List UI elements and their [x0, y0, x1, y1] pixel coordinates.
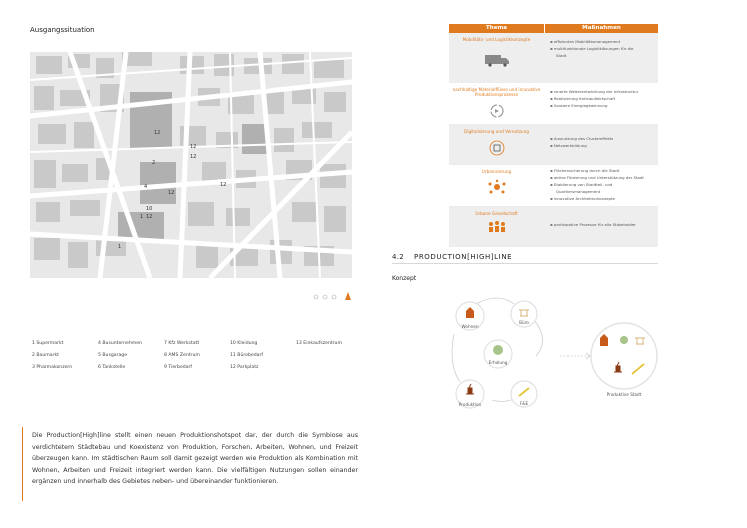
massnahmen-cell: Flächensicherung durch die Stadt aktive …: [544, 165, 658, 206]
table-row: Digitalisierung und Vernetzung Ausnutzun…: [449, 125, 658, 165]
massnahme-item: aktive Förderung und Unterstützung der S…: [550, 174, 658, 181]
map-number: 10: [146, 206, 152, 212]
thema-cell: Urbane Gesellschaft: [449, 207, 544, 246]
intro-paragraph: Die Production[High]line stellt einen ne…: [32, 432, 358, 486]
table-row: Urbanisierung Flächensicherung durch die…: [449, 165, 658, 207]
massnahme-item: effizientes Mobilitätsmanagement: [550, 38, 658, 45]
legend-item: 1 Supermarkt: [32, 341, 64, 346]
map-number: 1: [140, 214, 143, 220]
massnahmen-cell: effizientes Mobilitätsmanagement multifu…: [544, 33, 658, 82]
map-number: 1: [118, 244, 121, 250]
massnahme-item: Stadt: [556, 53, 567, 59]
map-number: 4: [144, 184, 147, 190]
node-label: Büro: [519, 320, 529, 325]
legend-item: 12 Parkplatz: [230, 365, 259, 370]
thema-cell: Urbanisierung: [449, 165, 544, 206]
thema-cell: nachhaltige Materialflüsse und innovativ…: [449, 83, 544, 124]
legend-item: 5 Busgarage: [98, 353, 128, 358]
legend-item: 13 Einkaufszentrum: [296, 341, 342, 346]
column-header-massnahmen: Maßnahmen: [544, 24, 658, 33]
legend-item: 7 Kfz Werkstatt: [164, 341, 200, 346]
table-row: Urbane Gesellschaft partizipative Prozes…: [449, 207, 658, 247]
map-number: 12: [190, 154, 196, 160]
urban-icon: [488, 179, 505, 194]
legend-row: 3 Pharmakonzern 6 Tankstelle 9 Tierbedar…: [32, 365, 362, 377]
network-icon: [489, 140, 504, 156]
thema-cell: Mobilitäts- und Logistikkonzepte: [449, 33, 544, 82]
massnahme-item: multifunktionale Logistiklösungen für di…: [550, 45, 658, 52]
legend-item: 9 Tierbedarf: [164, 365, 193, 370]
map-number: 12: [168, 190, 174, 196]
table-row: Mobilitäts- und Logistikkonzepte effizie…: [449, 33, 658, 83]
massnahmen-cell: Ausnutzung des Clustereffekts Netzwerkbi…: [544, 125, 658, 164]
map-legend: 1 Supermarkt 4 Busunternehmen 7 Kfz Werk…: [32, 341, 362, 377]
recycle-icon: [489, 104, 504, 118]
map-number: 2: [152, 160, 155, 166]
node-buero: Büro: [510, 300, 538, 328]
legend-item: 8 AMS Zentrum: [164, 353, 200, 358]
tree-icon: [493, 345, 503, 355]
massnahme-item: Realisierung Kreislaufwirtschaft: [550, 95, 658, 102]
map-number: 12: [220, 182, 226, 188]
thema-label: Urbanisierung: [481, 169, 512, 174]
node-label: Produktion: [459, 402, 482, 407]
thema-cell: Digitalisierung und Vernetzung: [449, 125, 544, 164]
node-fue: F&E: [510, 380, 538, 408]
section-number: 4.2: [392, 253, 405, 261]
legend-item: 10 Kleidung: [230, 341, 258, 346]
section-title-ausgangssituation: Ausgangssituation: [30, 26, 95, 34]
massnahme-item: Saubere Energiegewinnung: [550, 102, 658, 109]
map-scale-north-arrow: [312, 287, 352, 301]
massnahme-item: Netzwerkbildung: [550, 142, 658, 149]
map-number: 12: [154, 130, 160, 136]
massnahmen-cell: smarte Weiterentwicklung der Infrastrukt…: [544, 83, 658, 124]
node-label: F&E: [520, 401, 529, 406]
node-erholung: Erholung: [483, 339, 513, 369]
measures-table: Thema Maßnahmen Mobilitäts- und Logistik…: [449, 24, 658, 247]
truck-icon: [484, 55, 509, 67]
node-wohnen: Wohnen: [455, 301, 485, 331]
massnahme-item: partizipative Prozesse für alle Stakehol…: [550, 221, 658, 228]
subsection-title: Konzept: [392, 275, 417, 282]
massnahme-item: innovative Architekturkonzepte: [550, 195, 658, 202]
massnahme-item: Flächensicherung durch die Stadt: [550, 167, 658, 174]
legend-item: 3 Pharmakonzern: [32, 365, 73, 370]
section-divider: [392, 263, 658, 264]
table-header: Thema Maßnahmen: [449, 24, 658, 33]
legend-row: 2 Baumarkt 5 Busgarage 8 AMS Zentrum 11 …: [32, 353, 362, 365]
massnahme-item: smarte Weiterentwicklung der Infrastrukt…: [550, 88, 658, 95]
legend-item: 2 Baumarkt: [32, 353, 59, 358]
legend-row: 1 Supermarkt 4 Busunternehmen 7 Kfz Werk…: [32, 341, 362, 353]
node-label: Erholung: [489, 360, 508, 365]
node-produktive-stadt: Produktive Stadt: [590, 322, 658, 397]
column-header-thema: Thema: [449, 24, 544, 33]
legend-item: [296, 365, 362, 377]
result-label: Produktive Stadt: [607, 392, 642, 397]
map-number: 12: [190, 144, 196, 150]
legend-item: 4 Busunternehmen: [98, 341, 142, 346]
thema-label: Mobilitäts- und Logistikkonzepte: [462, 37, 531, 42]
thema-label: nachhaltige Materialflüsse und innovativ…: [452, 87, 541, 97]
thema-label: Digitalisierung und Vernetzung: [464, 129, 529, 134]
accent-rule: [22, 427, 23, 501]
legend-item: 6 Tankstelle: [98, 365, 126, 370]
massnahme-item: Quartiersmanagement: [556, 189, 601, 194]
massnahme-item: Etablierung von Stadtteil- und: [550, 181, 658, 188]
table-row: nachhaltige Materialflüsse und innovativ…: [449, 83, 658, 125]
legend-item: [296, 353, 362, 365]
map-number: 12: [146, 214, 152, 220]
concept-diagram: Wohnen Büro Erholung Produktion F&E Prod…: [440, 290, 670, 420]
site-map: 12 12 12 2 12 4 12 10 1 12 1: [30, 52, 352, 278]
north-arrow-icon: [345, 292, 351, 300]
node-label: Wohnen: [462, 324, 479, 329]
massnahme-item: Ausnutzung des Clustereffekts: [550, 135, 658, 142]
legend-item: 11 Bürobedarf: [230, 353, 263, 358]
people-icon: [488, 221, 505, 232]
section-title: PRODUCTION[HIGH]LINE: [414, 253, 513, 261]
massnahmen-cell: partizipative Prozesse für alle Stakehol…: [544, 207, 658, 246]
node-produktion: Produktion: [455, 379, 485, 409]
thema-label: Urbane Gesellschaft: [475, 211, 518, 216]
